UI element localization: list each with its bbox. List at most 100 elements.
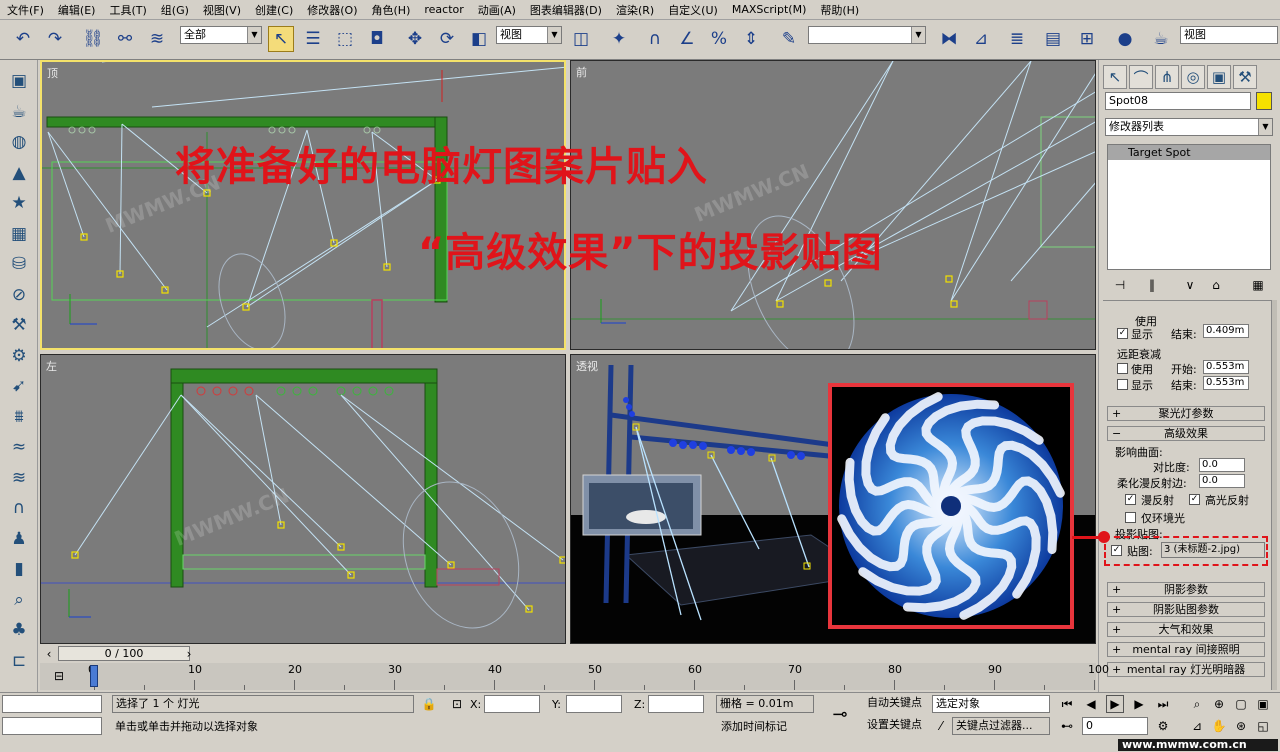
menu-item[interactable]: 组(G)	[154, 2, 196, 18]
cylinder-icon[interactable]: ⛁	[6, 251, 32, 277]
chevron-right-icon[interactable]: ›	[180, 645, 198, 663]
track-bar[interactable]: ⊟ 0102030405060708090100	[40, 663, 1109, 690]
rotate-icon[interactable]: ⟳	[434, 26, 460, 52]
schematic-view-icon[interactable]: ⊞	[1074, 26, 1100, 52]
pivot-center-icon[interactable]: ◫	[568, 26, 594, 52]
menu-item[interactable]: 修改器(O)	[300, 2, 364, 18]
goto-end-icon[interactable]: ⏭	[1154, 695, 1172, 713]
play-icon[interactable]: ▶	[1106, 695, 1124, 713]
checker-icon[interactable]: ▦	[6, 221, 32, 247]
maximize-viewport-icon[interactable]: ◱	[1254, 717, 1272, 735]
bind-spacewarp-icon[interactable]: ≋	[144, 26, 170, 52]
field-of-view-icon[interactable]: ⊿	[1188, 717, 1206, 735]
projector-map-checkbox[interactable]: ✓	[1111, 545, 1122, 556]
key-mode-toggle-icon[interactable]: ⊷	[1058, 717, 1076, 735]
object-name-field[interactable]: Spot08	[1105, 92, 1251, 110]
biped-icon[interactable]: ♟	[6, 526, 32, 552]
pin-stack-icon[interactable]: ⊣	[1111, 276, 1129, 294]
display-tab-icon[interactable]: ▣	[1207, 65, 1231, 89]
maxscript-input[interactable]	[2, 717, 102, 735]
goto-start-icon[interactable]: ⏮	[1058, 695, 1076, 713]
render-teapot-icon[interactable]: ☕	[1148, 26, 1174, 52]
zoom-extents-icon[interactable]: ▢	[1232, 695, 1250, 713]
rect-selection-icon[interactable]: ⬚	[332, 26, 358, 52]
diffuse-checkbox[interactable]: ✓	[1125, 494, 1136, 505]
ambient-only-checkbox[interactable]	[1125, 512, 1136, 523]
time-config-icon[interactable]: ⚙	[1154, 717, 1172, 735]
pan-icon[interactable]: ✋	[1210, 717, 1228, 735]
projector-map-button[interactable]: 3 (未标题-2.jpg)	[1161, 542, 1265, 558]
viewport-top[interactable]: 顶 MWMW.CN	[40, 60, 566, 350]
star-icon[interactable]: ★	[6, 190, 32, 216]
rollout-shadow-map-params[interactable]: + 阴影贴图参数	[1107, 602, 1265, 617]
soften-edges-spinner[interactable]: 0.0	[1199, 474, 1245, 488]
show-end-result-icon[interactable]: ‖	[1143, 276, 1161, 294]
angle-snap-icon[interactable]: ∠	[674, 26, 700, 52]
prev-frame-icon[interactable]: ◀	[1082, 695, 1100, 713]
undo-icon[interactable]: ↶	[10, 26, 36, 52]
cloth-icon[interactable]: ≈	[6, 434, 32, 460]
motion-tab-icon[interactable]: ◎	[1181, 65, 1205, 89]
viewport-perspective[interactable]: 透视	[570, 354, 1096, 644]
wave-icon[interactable]: ≋	[6, 465, 32, 491]
window-crossing-icon[interactable]: ◘	[364, 26, 390, 52]
key-filters-button[interactable]: 关键点过滤器...	[952, 717, 1050, 735]
unlink-icon[interactable]: ⚯	[112, 26, 138, 52]
arrow-icon[interactable]: ➹	[6, 373, 32, 399]
configure-sets-icon[interactable]: ▦	[1249, 276, 1267, 294]
curve-editor-icon[interactable]: ▤	[1040, 26, 1066, 52]
x-coord-field[interactable]	[484, 695, 540, 713]
near-end-spinner[interactable]: 0.409m	[1203, 324, 1249, 338]
plant-icon[interactable]: ♣	[6, 617, 32, 643]
make-unique-icon[interactable]: ∨	[1181, 276, 1199, 294]
spinner-snap-icon[interactable]: ⇕	[738, 26, 764, 52]
set-key-icon[interactable]: ⊸	[826, 704, 854, 725]
current-frame-marker[interactable]	[90, 665, 98, 687]
next-frame-icon[interactable]: ▶	[1130, 695, 1148, 713]
menu-item[interactable]: 动画(A)	[471, 2, 523, 18]
menu-item[interactable]: 编辑(E)	[51, 2, 103, 18]
viewport-front[interactable]: 前 MWMW.CN	[570, 60, 1096, 350]
menu-item[interactable]: 图表编辑器(D)	[523, 2, 609, 18]
contrast-spinner[interactable]: 0.0	[1199, 458, 1245, 472]
render-view-dropdown[interactable]: 视图	[1180, 26, 1278, 44]
bird-icon[interactable]: ⩩	[6, 404, 32, 430]
move-icon[interactable]: ✥	[402, 26, 428, 52]
lock-selection-icon[interactable]: 🔒	[420, 695, 438, 713]
stack-item-target-spot[interactable]: Target Spot	[1108, 145, 1270, 160]
redo-icon[interactable]: ↷	[42, 26, 68, 52]
stairs-icon[interactable]: ⊏	[6, 648, 32, 674]
mirror-icon[interactable]: ⧓	[936, 26, 962, 52]
zoom-icon[interactable]: ⌕	[1188, 695, 1206, 713]
selection-filter-dropdown[interactable]: 全部 ▼	[180, 26, 262, 44]
select-by-name-icon[interactable]: ☰	[300, 26, 326, 52]
rollout-spotlight-params[interactable]: + 聚光灯参数	[1107, 406, 1265, 421]
wrench-icon[interactable]: ⚒	[6, 312, 32, 338]
align-icon[interactable]: ⊿	[968, 26, 994, 52]
menu-item[interactable]: reactor	[417, 3, 470, 16]
mini-curve-editor-icon[interactable]: ⊟	[50, 667, 68, 685]
key-selection-dropdown[interactable]: 选定对象	[932, 695, 1050, 713]
menu-item[interactable]: 自定义(U)	[661, 2, 725, 18]
box-icon[interactable]: ▣	[6, 68, 32, 94]
y-coord-field[interactable]	[566, 695, 622, 713]
absolute-mode-icon[interactable]: ⊡	[448, 695, 466, 713]
camera-icon[interactable]: ⌕	[6, 587, 32, 613]
hierarchy-tab-icon[interactable]: ⋔	[1155, 65, 1179, 89]
auto-key-button[interactable]: 自动关键点	[864, 695, 928, 713]
menu-item[interactable]: 工具(T)	[102, 2, 153, 18]
object-color-swatch[interactable]	[1256, 92, 1272, 110]
material-editor-icon[interactable]: ●	[1112, 26, 1138, 52]
modify-tab-icon[interactable]: ⌒	[1129, 65, 1153, 89]
zoom-all-icon[interactable]: ⊕	[1210, 695, 1228, 713]
rollout-atmospheres[interactable]: + 大气和效果	[1107, 622, 1265, 637]
percent-snap-icon[interactable]: %	[706, 26, 732, 52]
create-tab-icon[interactable]: ↖	[1103, 65, 1127, 89]
panel-scrollbar[interactable]	[1271, 300, 1277, 690]
specular-checkbox[interactable]: ✓	[1189, 494, 1200, 505]
manipulate-icon[interactable]: ✦	[606, 26, 632, 52]
far-use-checkbox[interactable]	[1117, 363, 1128, 374]
menu-item[interactable]: 文件(F)	[0, 2, 51, 18]
utilities-tab-icon[interactable]: ⚒	[1233, 65, 1257, 89]
zoom-extents-all-icon[interactable]: ▣	[1254, 695, 1272, 713]
